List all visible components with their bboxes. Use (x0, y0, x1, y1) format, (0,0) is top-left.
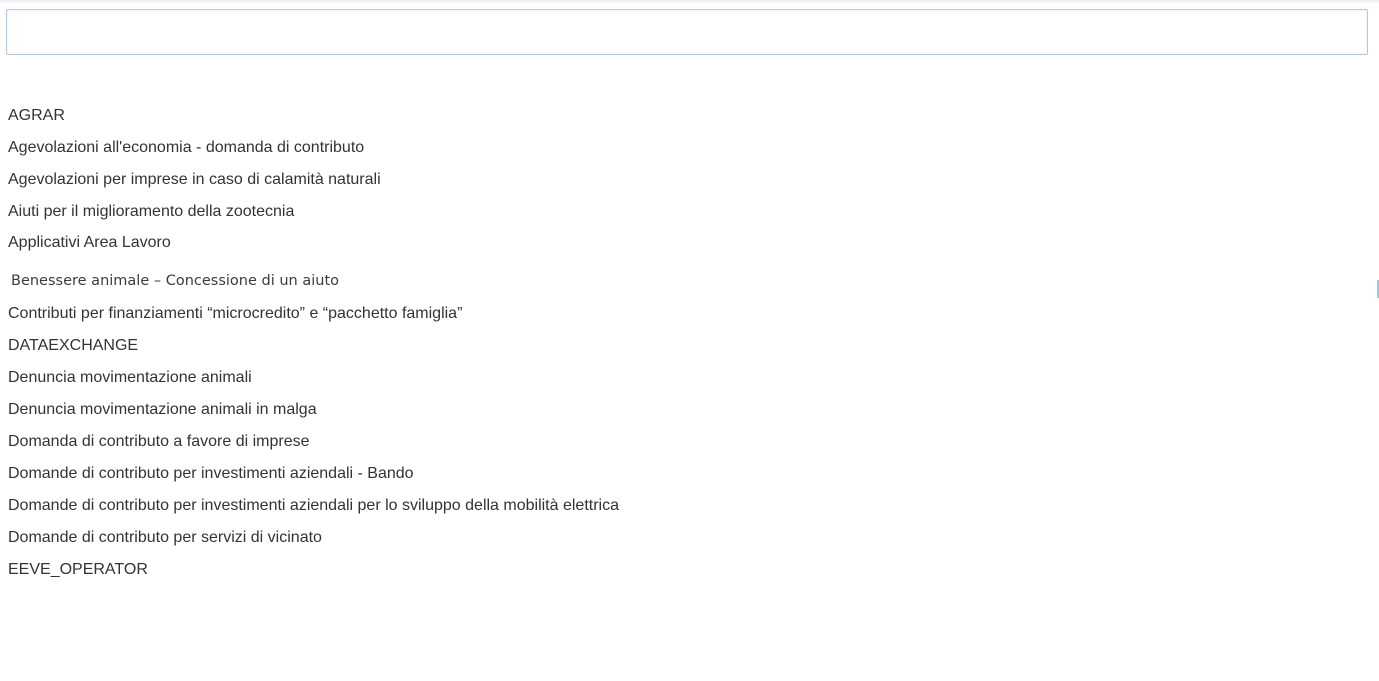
list-item[interactable]: Denuncia movimentazione animali (0, 362, 1379, 394)
list-item[interactable]: Denuncia movimentazione animali in malga (0, 394, 1379, 426)
list-item[interactable]: Benessere animale – Concessione di un ai… (0, 258, 1379, 298)
list-item[interactable]: Domanda di contributo a favore di impres… (0, 426, 1379, 458)
list-item[interactable]: EEVE_OPERATOR (0, 554, 1379, 586)
list-item-label: Benessere animale – Concessione di un ai… (11, 273, 340, 289)
dropdown-panel: AGRAR Agevolazioni all'economia - domand… (0, 0, 1379, 681)
options-list: AGRAR Agevolazioni all'economia - domand… (0, 100, 1379, 586)
list-item[interactable]: Applicativi Area Lavoro (0, 228, 1379, 258)
panel-top-edge (0, 0, 1379, 4)
list-item[interactable]: DATAEXCHANGE (0, 330, 1379, 362)
list-item[interactable]: AGRAR (0, 100, 1379, 132)
list-item[interactable]: Aiuti per il miglioramento della zootecn… (0, 196, 1379, 228)
list-item[interactable]: Domande di contributo per investimenti a… (0, 490, 1379, 522)
list-item[interactable]: Agevolazioni all'economia - domanda di c… (0, 132, 1379, 164)
list-item[interactable]: Domande di contributo per investimenti a… (0, 458, 1379, 490)
list-item[interactable]: Contributi per finanziamenti “microcredi… (0, 298, 1379, 330)
list-item[interactable]: Agevolazioni per imprese in caso di cala… (0, 164, 1379, 196)
list-item[interactable]: Domande di contributo per servizi di vic… (0, 522, 1379, 554)
search-input[interactable] (6, 9, 1368, 55)
